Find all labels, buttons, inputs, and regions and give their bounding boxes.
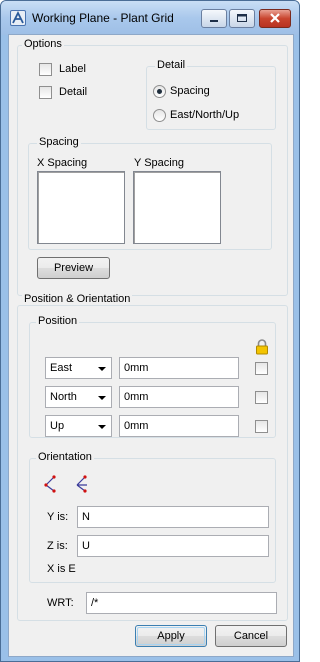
position-axis-combo-east[interactable]: East [45, 357, 112, 379]
z-is-label: Z is: [47, 540, 68, 552]
up-offset-field[interactable]: 0mm [119, 415, 239, 437]
x-spacing-label: X Spacing [37, 157, 88, 169]
app-icon [10, 10, 26, 26]
x-is-text: X is E [47, 563, 76, 575]
north-offset-value: 0mm [124, 391, 149, 403]
y-is-field[interactable]: N [77, 506, 269, 528]
east-offset-field[interactable]: 0mm [119, 357, 239, 379]
detail-checkbox-label: Detail [59, 86, 88, 98]
lock-icon [255, 339, 269, 358]
east-north-up-radio[interactable] [153, 109, 166, 122]
north-offset-field[interactable]: 0mm [119, 386, 239, 408]
axes-pick-icon[interactable] [42, 474, 60, 497]
up-offset-value: 0mm [124, 420, 149, 432]
dialog-body: Options Label Detail Detail Spacing East… [8, 34, 294, 657]
chevron-down-icon [98, 425, 106, 429]
preview-button[interactable]: Preview [37, 257, 110, 279]
detail-group-label: Detail [155, 59, 188, 71]
label-checkbox[interactable] [39, 63, 52, 76]
y-spacing-list[interactable] [133, 171, 221, 244]
chevron-down-icon [98, 367, 106, 371]
x-spacing-list[interactable] [37, 171, 125, 244]
y-spacing-label: Y Spacing [134, 157, 184, 169]
spacing-radio-label: Spacing [170, 85, 210, 97]
axes-align-icon[interactable] [73, 474, 91, 497]
minimize-icon [210, 20, 218, 22]
orientation-group-label: Orientation [36, 451, 94, 463]
window: Working Plane - Plant Grid Options Label… [0, 0, 300, 662]
position-axis-combo-north[interactable]: North [45, 386, 112, 408]
east-offset-value: 0mm [124, 362, 149, 374]
north-lock-checkbox[interactable] [255, 391, 268, 404]
close-button[interactable] [259, 9, 291, 28]
position-axis-combo-up[interactable]: Up [45, 415, 112, 437]
y-is-label: Y is: [47, 511, 69, 523]
position-axis-value-up: Up [50, 420, 65, 432]
minimize-button[interactable] [201, 9, 227, 28]
options-group-label: Options [22, 38, 64, 50]
east-north-up-radio-label: East/North/Up [170, 109, 240, 121]
wrt-value: /* [91, 597, 99, 609]
up-lock-checkbox[interactable] [255, 420, 268, 433]
close-icon [270, 13, 280, 23]
wrt-field[interactable]: /* [86, 592, 277, 614]
maximize-icon [237, 14, 247, 22]
position-axis-value-east: East [50, 362, 73, 374]
window-title: Working Plane - Plant Grid [32, 11, 174, 25]
y-is-value: N [82, 511, 90, 523]
z-is-value: U [82, 540, 90, 552]
east-lock-checkbox[interactable] [255, 362, 268, 375]
apply-button[interactable]: Apply [135, 625, 207, 647]
position-axis-value-north: North [50, 391, 77, 403]
title-bar[interactable]: Working Plane - Plant Grid [1, 1, 299, 35]
detail-checkbox[interactable] [39, 86, 52, 99]
maximize-button[interactable] [229, 9, 255, 28]
spacing-radio[interactable] [153, 85, 166, 98]
z-is-field[interactable]: U [77, 535, 269, 557]
wrt-label: WRT: [47, 597, 74, 609]
position-orientation-label: Position & Orientation [22, 293, 133, 305]
label-checkbox-label: Label [59, 63, 86, 75]
chevron-down-icon [98, 396, 106, 400]
cancel-button[interactable]: Cancel [215, 625, 287, 647]
position-group-label: Position [36, 315, 80, 327]
spacing-group-label: Spacing [37, 136, 81, 148]
